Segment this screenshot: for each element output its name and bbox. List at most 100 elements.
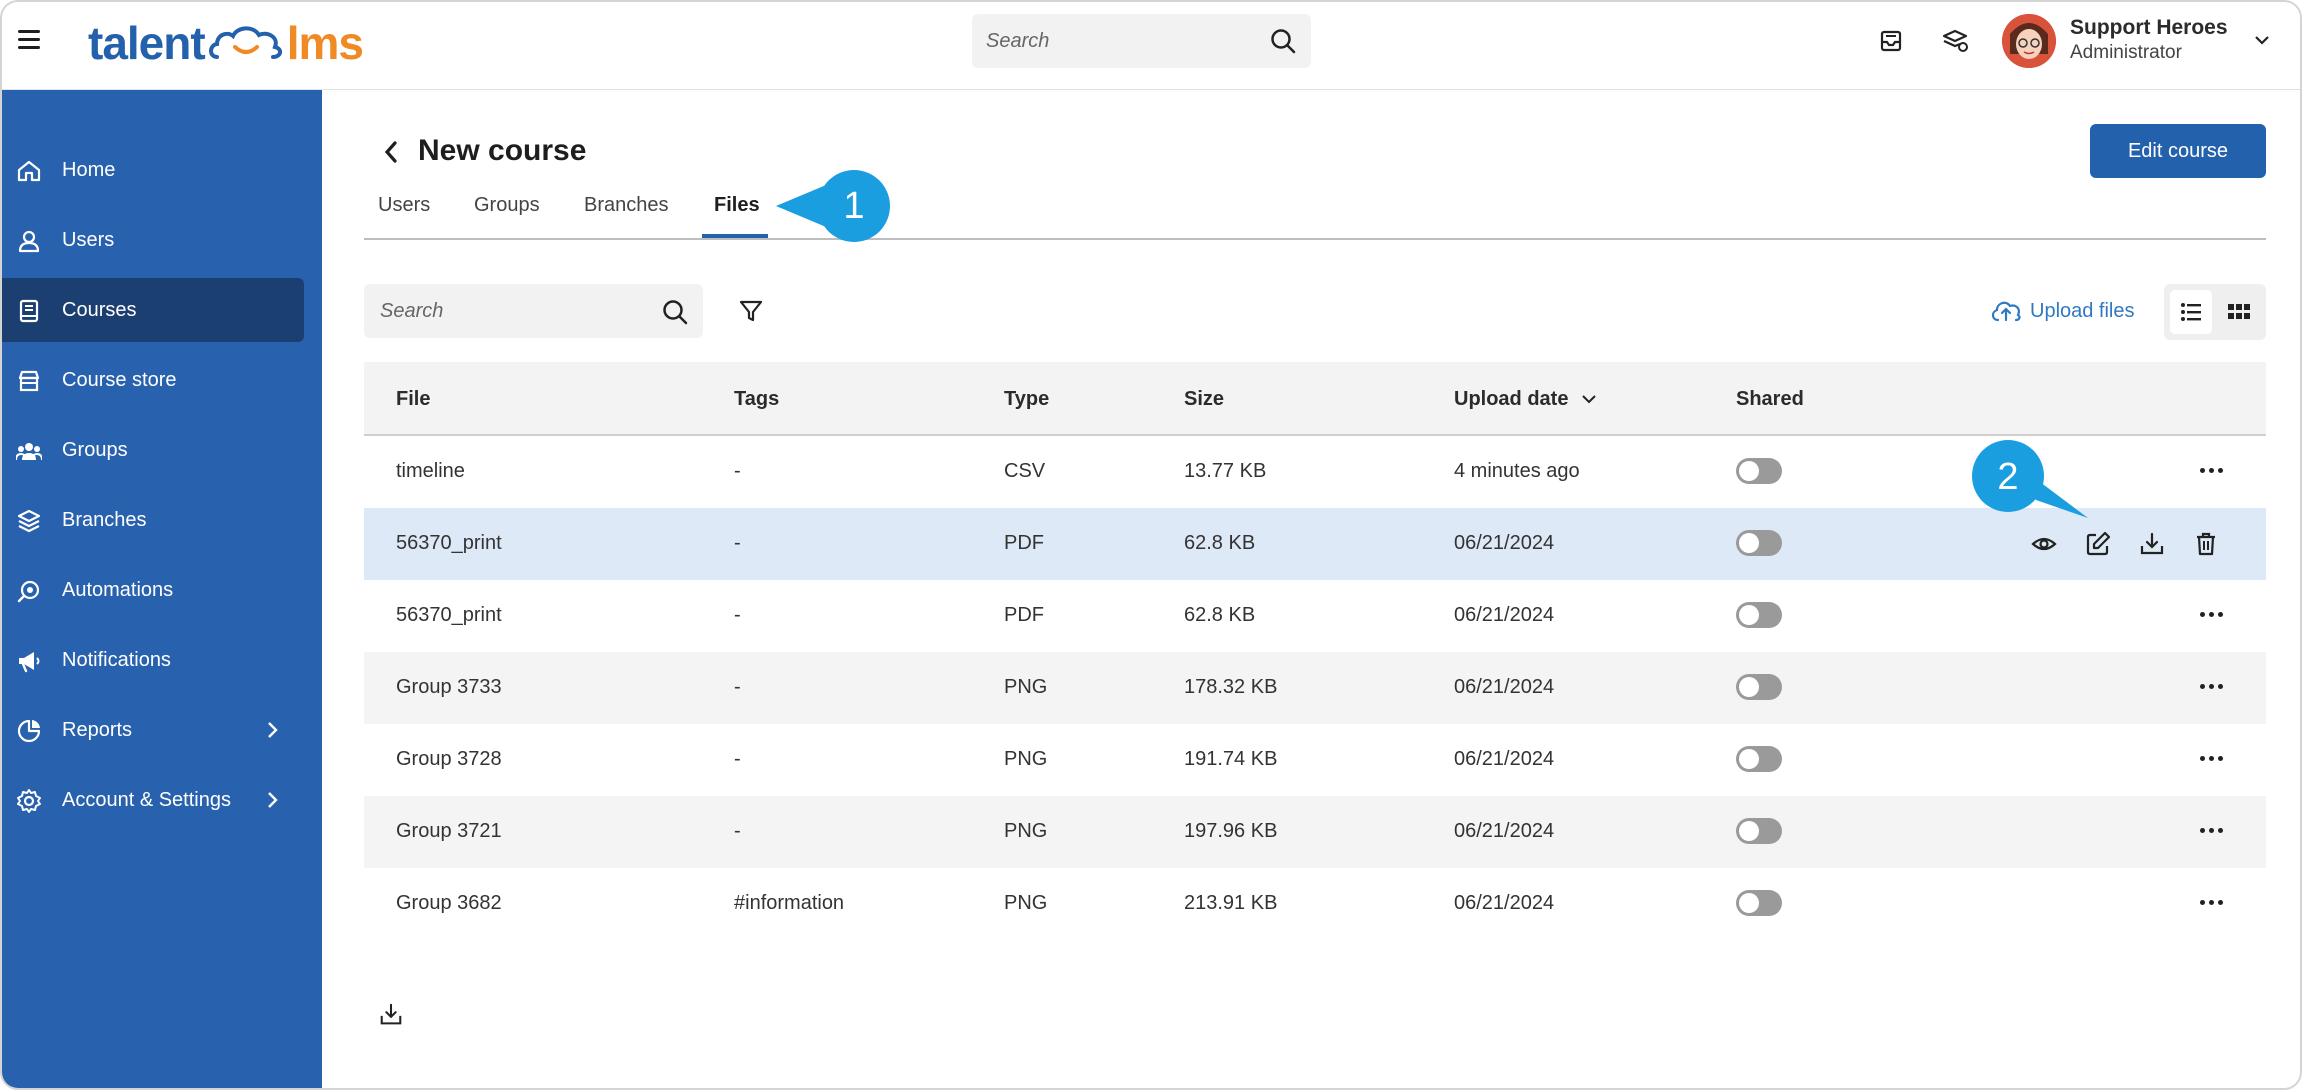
- tab-files[interactable]: Files: [714, 194, 760, 217]
- export-download-icon[interactable]: [378, 1002, 404, 1028]
- file-name: Group 3682: [396, 892, 502, 914]
- app-window: talent lms Support Heroes Administrator: [0, 0, 2302, 1090]
- upload-files-link[interactable]: Upload files: [1990, 298, 2135, 324]
- table-row[interactable]: Group 3721 - PNG 197.96 KB 06/21/2024: [364, 796, 2266, 868]
- table-row[interactable]: Group 3733 - PNG 178.32 KB 06/21/2024: [364, 652, 2266, 724]
- logo-text-left: talent: [88, 17, 206, 69]
- edit-icon[interactable]: [2084, 530, 2112, 558]
- global-search-input[interactable]: [986, 14, 1246, 68]
- column-header-type[interactable]: Type: [1004, 388, 1049, 411]
- table-row[interactable]: 56370_print - PDF 62.8 KB 06/21/2024: [364, 580, 2266, 652]
- shared-toggle[interactable]: [1736, 602, 1782, 628]
- cloud-upload-icon: [1991, 301, 2021, 322]
- grid-view-button[interactable]: [2218, 290, 2260, 334]
- file-name: Group 3733: [396, 676, 502, 698]
- filter-icon[interactable]: [738, 298, 764, 324]
- file-type: PNG: [1004, 892, 1048, 914]
- file-upload-date: 06/21/2024: [1454, 748, 1555, 770]
- chevron-right-icon: [268, 792, 278, 808]
- sidebar-item-label: Users: [62, 228, 115, 251]
- sidebar-item-account-settings[interactable]: Account & Settings: [2, 768, 304, 832]
- file-size: 197.96 KB: [1184, 820, 1278, 842]
- tab-branches[interactable]: Branches: [584, 194, 669, 217]
- sidebar: Home Users Courses Course store Groups B…: [2, 90, 322, 1088]
- file-size: 62.8 KB: [1184, 532, 1256, 554]
- sidebar-item-courses[interactable]: Courses: [2, 278, 304, 342]
- file-type: PNG: [1004, 676, 1048, 698]
- column-header-tags[interactable]: Tags: [734, 388, 779, 411]
- file-upload-date: 4 minutes ago: [1454, 460, 1580, 482]
- shared-toggle[interactable]: [1736, 530, 1782, 556]
- back-chevron-icon[interactable]: [380, 138, 402, 166]
- sidebar-item-course-store[interactable]: Course store: [2, 348, 304, 412]
- more-options-icon[interactable]: [2200, 604, 2230, 624]
- files-table-header: File Tags Type Size Upload date Shared: [364, 362, 2266, 436]
- shared-toggle[interactable]: [1736, 890, 1782, 916]
- search-icon[interactable]: [1269, 27, 1297, 55]
- chevron-down-icon: [2255, 36, 2269, 45]
- column-header-size[interactable]: Size: [1184, 388, 1224, 411]
- tab-users[interactable]: Users: [378, 194, 430, 217]
- user-role: Administrator: [2070, 42, 2182, 63]
- store-icon: [18, 370, 40, 392]
- file-name: 56370_print: [396, 532, 502, 554]
- file-tags: #information: [734, 892, 845, 914]
- file-upload-date: 06/21/2024: [1454, 604, 1555, 626]
- column-header-file[interactable]: File: [396, 388, 430, 411]
- sidebar-item-groups[interactable]: Groups: [2, 418, 304, 482]
- logo-text-right: lms: [286, 17, 364, 69]
- file-tags: -: [734, 460, 741, 482]
- more-options-icon[interactable]: [2200, 748, 2230, 768]
- search-icon[interactable]: [661, 298, 689, 326]
- sidebar-item-automations[interactable]: Automations: [2, 558, 304, 622]
- files-search-input[interactable]: [380, 284, 640, 338]
- file-size: 191.74 KB: [1184, 748, 1278, 770]
- courses-switch-icon[interactable]: [1940, 26, 1970, 56]
- preview-eye-icon[interactable]: [2030, 530, 2058, 558]
- upload-files-label: Upload files: [2030, 299, 2135, 322]
- shared-toggle[interactable]: [1736, 746, 1782, 772]
- sidebar-item-notifications[interactable]: Notifications: [2, 628, 304, 692]
- sidebar-item-users[interactable]: Users: [2, 208, 304, 272]
- file-type: PDF: [1004, 532, 1044, 554]
- edit-course-button[interactable]: Edit course: [2090, 124, 2266, 178]
- sidebar-item-label: Course store: [62, 368, 177, 391]
- download-icon[interactable]: [2138, 530, 2166, 558]
- automation-icon: [17, 580, 40, 603]
- top-bar: talent lms Support Heroes Administrator: [2, 2, 2300, 90]
- file-tags: -: [734, 676, 741, 698]
- sidebar-item-branches[interactable]: Branches: [2, 488, 304, 552]
- more-options-icon[interactable]: [2200, 460, 2230, 480]
- tab-groups[interactable]: Groups: [474, 194, 540, 217]
- sort-chevron-down-icon[interactable]: [1580, 390, 1598, 408]
- file-name: 56370_print: [396, 604, 502, 626]
- sidebar-item-home[interactable]: Home: [2, 138, 304, 202]
- hamburger-menu-icon[interactable]: [18, 30, 40, 52]
- user-icon: [18, 230, 40, 253]
- sidebar-item-reports[interactable]: Reports: [2, 698, 304, 762]
- more-options-icon[interactable]: [2200, 892, 2230, 912]
- table-row[interactable]: Group 3682 #information PNG 213.91 KB 06…: [364, 868, 2266, 940]
- table-row[interactable]: Group 3728 - PNG 191.74 KB 06/21/2024: [364, 724, 2266, 796]
- file-size: 62.8 KB: [1184, 604, 1256, 626]
- more-options-icon[interactable]: [2200, 820, 2230, 840]
- file-size: 213.91 KB: [1184, 892, 1278, 914]
- page-title: New course: [418, 134, 587, 167]
- talentlms-logo[interactable]: talent lms: [88, 14, 364, 72]
- more-options-icon[interactable]: [2200, 676, 2230, 696]
- pie-chart-icon: [17, 719, 41, 743]
- messages-icon[interactable]: [1876, 26, 1906, 56]
- file-tags: -: [734, 604, 741, 626]
- trash-icon[interactable]: [2192, 530, 2220, 558]
- column-header-upload-date[interactable]: Upload date: [1454, 388, 1568, 411]
- chevron-right-icon: [268, 722, 278, 738]
- shared-toggle[interactable]: [1736, 674, 1782, 700]
- shared-toggle[interactable]: [1736, 458, 1782, 484]
- layers-icon: [17, 509, 41, 533]
- column-header-shared[interactable]: Shared: [1736, 388, 1804, 411]
- sidebar-item-label: Courses: [62, 298, 137, 321]
- user-menu[interactable]: Support Heroes Administrator: [1992, 8, 2284, 76]
- shared-toggle[interactable]: [1736, 818, 1782, 844]
- sidebar-item-label: Account & Settings: [62, 788, 231, 811]
- list-view-button[interactable]: [2170, 290, 2212, 334]
